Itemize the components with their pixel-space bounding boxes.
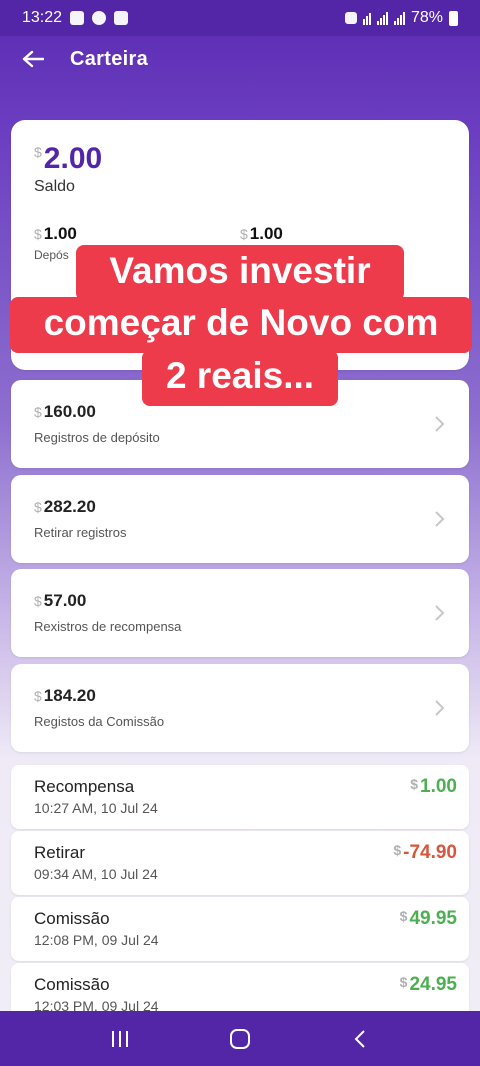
transaction-amount: $ -74.90	[393, 842, 457, 864]
app-bar: Carteira	[0, 36, 480, 82]
chevron-right-icon	[435, 700, 445, 716]
currency-symbol: $	[34, 499, 42, 515]
record-label: Registros de depósito	[34, 430, 160, 445]
wifi-icon	[362, 11, 371, 25]
currency-symbol: $	[240, 226, 248, 242]
signal-icon-1	[376, 11, 388, 25]
snapchat-notification-icon	[92, 11, 107, 25]
record-amount: 57.00	[43, 591, 87, 610]
record-label: Registos da Comissão	[34, 714, 165, 729]
transaction-amount-value: 24.95	[409, 974, 457, 995]
mute-icon	[344, 12, 357, 24]
status-time: 13:22	[22, 9, 63, 26]
overlay-caption-line-2: começar de Novo com	[10, 297, 472, 353]
battery-icon	[449, 10, 458, 26]
page-title: Carteira	[70, 47, 148, 70]
home-icon	[230, 1028, 250, 1049]
record-label: Retirar registros	[34, 525, 127, 540]
signal-icon-2	[393, 11, 405, 25]
balance-amount: 2.00	[43, 142, 103, 175]
battery-percent: 78%	[410, 9, 443, 26]
sub-balance-left-amount: 1.00	[43, 224, 77, 243]
transaction-row[interactable]: Recompensa 10:27 AM, 10 Jul 24 $1.00	[11, 765, 469, 829]
transaction-amount: $24.95	[400, 974, 457, 996]
transaction-date: 09:34 AM, 10 Jul 24	[34, 866, 158, 882]
commission-records-card[interactable]: $184.20 Registos da Comissão	[11, 664, 469, 752]
withdraw-records-card[interactable]: $282.20 Retirar registros	[11, 475, 469, 563]
currency-symbol: $	[34, 404, 42, 420]
record-amount: 160.00	[43, 402, 96, 421]
home-button[interactable]	[220, 1019, 260, 1059]
transaction-amount-value: 49.95	[409, 908, 457, 929]
transaction-title: Comissão	[34, 909, 110, 928]
currency-symbol: $	[34, 226, 42, 242]
currency-symbol: $	[399, 974, 408, 990]
transaction-date: 10:27 AM, 10 Jul 24	[34, 800, 158, 816]
recent-apps-icon	[112, 1030, 128, 1047]
record-amount: 282.20	[43, 497, 96, 516]
transaction-amount: $1.00	[410, 776, 457, 798]
transaction-row[interactable]: Comissão 12:08 PM, 09 Jul 24 $49.95	[11, 897, 469, 961]
currency-symbol: $	[393, 842, 402, 858]
balance-label: Saldo	[34, 178, 75, 195]
system-navigation-bar	[0, 1011, 480, 1066]
overlay-caption-line-3: 2 reais...	[142, 350, 338, 406]
chevron-right-icon	[435, 605, 445, 621]
transaction-title: Retirar	[34, 843, 86, 862]
record-amount: 184.20	[43, 686, 96, 705]
currency-symbol: $	[34, 593, 42, 609]
overlay-caption-line-1: Vamos investir	[76, 245, 404, 301]
transaction-date: 12:08 PM, 09 Jul 24	[34, 932, 159, 948]
recent-apps-button[interactable]	[100, 1019, 140, 1059]
currency-symbol: $	[410, 776, 419, 792]
chevron-right-icon	[435, 511, 445, 527]
status-bar: 13:22 78%	[0, 0, 480, 36]
currency-symbol: $	[34, 144, 42, 160]
chevron-right-icon	[435, 416, 445, 432]
transaction-amount: $49.95	[400, 908, 457, 930]
record-label: Rexistros de recompensa	[34, 619, 182, 634]
transaction-amount-value: -74.90	[403, 842, 457, 863]
reward-records-card[interactable]: $57.00 Rexistros de recompensa	[11, 569, 469, 657]
currency-symbol: $	[399, 908, 408, 924]
transaction-row[interactable]: Retirar 09:34 AM, 10 Jul 24 $ -74.90	[11, 831, 469, 895]
currency-symbol: $	[34, 688, 42, 704]
transaction-title: Recompensa	[34, 777, 135, 796]
transaction-title: Comissão	[34, 975, 110, 994]
transaction-amount-value: 1.00	[420, 776, 457, 797]
media-notification-icon	[114, 11, 129, 25]
sub-balance-right-amount: 1.00	[249, 224, 283, 243]
gallery-notification-icon	[70, 11, 85, 25]
back-button[interactable]	[340, 1019, 380, 1059]
back-chevron-icon	[354, 1029, 365, 1048]
back-arrow-icon[interactable]	[22, 46, 48, 72]
